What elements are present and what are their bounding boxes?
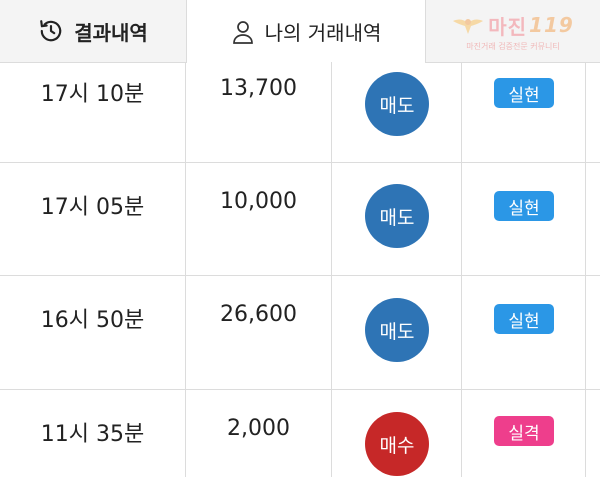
table-row: 17시 05분 10,000 매도 실현 xyxy=(0,163,600,276)
history-clock-icon xyxy=(38,18,64,44)
trade-result-badge: 실현 xyxy=(494,304,554,334)
brand-tagline: 마진거래 검증전문 커뮤니티 xyxy=(466,41,560,51)
trade-price: 13,700 xyxy=(220,76,297,101)
trade-type-badge: 매수 xyxy=(365,412,429,476)
trade-time: 17시 05분 xyxy=(40,195,145,220)
trade-type-badge: 매도 xyxy=(365,184,429,248)
tab-bar: 결과내역 나의 거래내역 마진 119 마진거래 검증전문 커뮤니티 xyxy=(0,0,600,63)
tab-my-history-label: 나의 거래내역 xyxy=(264,21,382,45)
trade-result-badge: 실격 xyxy=(494,416,554,446)
trade-time: 11시 35분 xyxy=(40,422,145,447)
brand-number: 119 xyxy=(529,13,574,37)
table-row: 16시 50분 26,600 매도 실현 xyxy=(0,276,600,390)
trade-price: 26,600 xyxy=(220,302,297,327)
trade-price: 2,000 xyxy=(227,416,290,441)
trade-history-table: 17시 10분 13,700 매도 실현 17시 05분 10,000 매도 실… xyxy=(0,62,600,477)
table-row: 17시 10분 13,700 매도 실현 xyxy=(0,62,600,163)
eagle-emblem-icon xyxy=(453,19,484,34)
table-row: 11시 35분 2,000 매수 실격 xyxy=(0,390,600,477)
trade-type-badge: 매도 xyxy=(365,298,429,362)
trade-time: 16시 50분 xyxy=(40,308,145,333)
trade-type-badge: 매도 xyxy=(365,72,429,136)
trade-result-badge: 실현 xyxy=(494,78,554,108)
user-icon xyxy=(231,19,255,45)
trade-time: 17시 10분 xyxy=(40,82,145,107)
tab-results-label: 결과내역 xyxy=(74,20,148,45)
tab-my-history[interactable]: 나의 거래내역 xyxy=(186,0,426,63)
tab-results[interactable]: 결과내역 xyxy=(0,0,186,62)
trade-price: 10,000 xyxy=(220,189,297,214)
brand-name: 마진 119 xyxy=(452,11,574,40)
brand-logo: 마진 119 마진거래 검증전문 커뮤니티 xyxy=(426,0,600,62)
trade-result-badge: 실현 xyxy=(494,191,554,221)
brand-text: 마진 xyxy=(488,14,528,39)
